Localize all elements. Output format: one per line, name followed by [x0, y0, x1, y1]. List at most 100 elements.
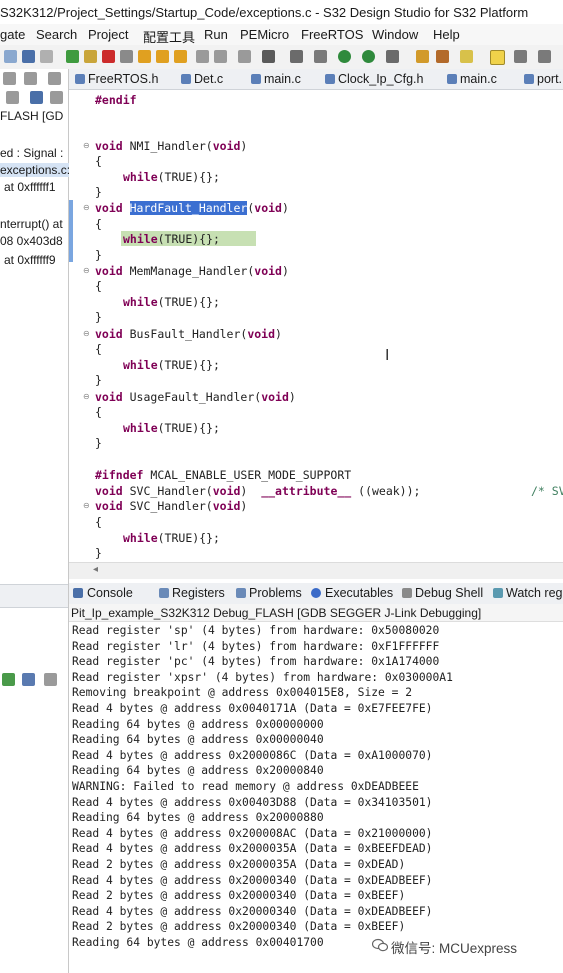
- stack-frame-address-3[interactable]: at 0xffffff9: [4, 253, 56, 267]
- executables-icon: [311, 588, 321, 598]
- instruction-step-icon[interactable]: [196, 50, 209, 63]
- tab-console[interactable]: Console: [87, 586, 133, 600]
- fold-icon[interactable]: ⊖: [83, 266, 90, 275]
- menu-bar: gate Search Project 配置工具 Run PEMicro Fre…: [0, 24, 563, 45]
- watermark-text: 微信号: MCUexpress: [391, 941, 518, 956]
- console-output[interactable]: Read register 'sp' (4 bytes) from hardwa…: [69, 622, 563, 973]
- step-into-icon[interactable]: [138, 50, 151, 63]
- tab-clock-ip-cfg-h[interactable]: Clock_Ip_Cfg.h: [338, 72, 423, 86]
- collapse-icon[interactable]: [3, 72, 16, 85]
- tab-executables[interactable]: Executables: [325, 586, 393, 600]
- code-while: while(TRUE){};: [123, 531, 220, 545]
- open-type-icon[interactable]: [416, 50, 429, 63]
- menu-project[interactable]: Project: [88, 27, 128, 42]
- code-svc-handler: void SVC_Handler(void): [95, 499, 248, 513]
- console-icon: [73, 588, 83, 598]
- step-filter-icon[interactable]: [6, 91, 19, 104]
- back-icon[interactable]: [4, 50, 17, 63]
- menu-window[interactable]: Window: [372, 27, 418, 42]
- pin-icon[interactable]: [460, 50, 473, 63]
- menu-run[interactable]: Run: [204, 27, 228, 42]
- stack-frame-address-2[interactable]: 08 0x403d8: [0, 234, 63, 248]
- fold-icon[interactable]: ⊖: [83, 203, 90, 212]
- console-line: Read 4 bytes @ address 0x20000340 (Data …: [72, 905, 433, 918]
- horizontal-scrollbar[interactable]: ◂: [69, 562, 563, 579]
- code-brace: }: [95, 546, 102, 560]
- terminate-icon[interactable]: [102, 50, 115, 63]
- code-memmanage-handler: void MemManage_Handler(void): [95, 264, 289, 278]
- reset-icon[interactable]: [238, 50, 251, 63]
- settings-icon[interactable]: [290, 50, 303, 63]
- step-return-icon[interactable]: [174, 50, 187, 63]
- annotation-icon[interactable]: [514, 50, 527, 63]
- code-brace: }: [95, 310, 102, 324]
- debug-marker-bar: [69, 200, 73, 262]
- thread-signal-label[interactable]: ed : Signal :: [0, 146, 63, 160]
- window-title: S32K312/Project_Settings/Startup_Code/ex…: [0, 5, 529, 20]
- panel-menu-icon[interactable]: [50, 91, 63, 104]
- next-annotation-icon[interactable]: [538, 50, 551, 63]
- refresh-icon[interactable]: [22, 673, 35, 686]
- fold-icon[interactable]: ⊖: [83, 392, 90, 401]
- code-hardfault-handler: void HardFault_Handler(void): [95, 201, 289, 215]
- code-editor[interactable]: #endif ⊖ void NMI_Handler(void) { while(…: [69, 90, 563, 580]
- console-line: Read 2 bytes @ address 0x20000340 (Data …: [72, 920, 406, 933]
- resume-icon[interactable]: [66, 50, 79, 63]
- remove-icon[interactable]: [44, 673, 57, 686]
- menu-navigate[interactable]: gate: [0, 27, 25, 42]
- debug-icon[interactable]: [338, 50, 351, 63]
- restart-icon[interactable]: [214, 50, 227, 63]
- c-file-icon: [524, 74, 534, 84]
- menu-search[interactable]: Search: [36, 27, 77, 42]
- menu-freertos[interactable]: FreeRTOS: [301, 27, 363, 42]
- save-icon[interactable]: [22, 50, 35, 63]
- debug-target-label[interactable]: FLASH [GD: [0, 109, 63, 123]
- tab-det-c[interactable]: Det.c: [194, 72, 223, 86]
- console-line: Reading 64 bytes @ address 0x20000840: [72, 764, 324, 777]
- tab-registers[interactable]: Registers: [172, 586, 225, 600]
- console-line: Read 2 bytes @ address 0x20000340 (Data …: [72, 889, 406, 902]
- link-icon[interactable]: [30, 91, 43, 104]
- code-while: while(TRUE){};: [123, 295, 220, 309]
- code-brace: {: [95, 405, 102, 419]
- registers-icon: [159, 588, 169, 598]
- fold-icon[interactable]: ⊖: [83, 501, 90, 510]
- console-line: Reading 64 bytes @ address 0x00000040: [72, 733, 324, 746]
- tab-debug-shell[interactable]: Debug Shell: [415, 586, 483, 600]
- disconnect-icon[interactable]: [120, 50, 133, 63]
- fold-icon[interactable]: ⊖: [83, 329, 90, 338]
- tab-port-c[interactable]: port.: [537, 72, 562, 86]
- selected-function-name[interactable]: HardFault_Handler: [129, 201, 248, 215]
- fold-icon[interactable]: ⊖: [83, 141, 90, 150]
- step-over-icon[interactable]: [156, 50, 169, 63]
- tab-main-c[interactable]: main.c: [264, 72, 301, 86]
- highlight-icon[interactable]: [490, 50, 505, 65]
- tab-freertos-h[interactable]: FreeRTOS.h: [88, 72, 158, 86]
- c-file-icon: [75, 74, 85, 84]
- stack-frame-interrupt[interactable]: nterrupt() at: [0, 217, 63, 231]
- open-task-icon[interactable]: [436, 50, 449, 63]
- console-line: Read register 'sp' (4 bytes) from hardwa…: [72, 624, 440, 637]
- console-line: Read 4 bytes @ address 0x2000086C (Data …: [72, 749, 433, 762]
- menu-help[interactable]: Help: [433, 27, 460, 42]
- menu-config-tools[interactable]: 配置工具: [143, 27, 195, 46]
- add-icon[interactable]: [2, 673, 15, 686]
- menu-pemicro[interactable]: PEMicro: [240, 27, 289, 42]
- view-menu-icon[interactable]: [24, 72, 37, 85]
- stack-frame-exceptions[interactable]: exceptions.c:: [0, 163, 71, 177]
- scroll-left-icon[interactable]: ◂: [93, 564, 98, 575]
- tab-main-c-2[interactable]: main.c: [460, 72, 497, 86]
- code-while: while(TRUE){};: [123, 421, 220, 435]
- tab-watch-registers[interactable]: Watch reg: [506, 586, 563, 600]
- tab-problems[interactable]: Problems: [249, 586, 302, 600]
- stack-frame-address-1[interactable]: at 0xffffff1: [4, 180, 56, 194]
- search-icon[interactable]: [386, 50, 399, 63]
- run-icon[interactable]: [362, 50, 375, 63]
- minimize-icon[interactable]: [48, 72, 61, 85]
- external-tools-icon[interactable]: [314, 50, 327, 63]
- console-session-label: Pit_Ip_example_S32K312 Debug_FLASH [GDB …: [71, 606, 482, 620]
- build-icon[interactable]: [40, 50, 53, 63]
- suspend-icon[interactable]: [84, 50, 97, 63]
- memory-icon[interactable]: [262, 50, 275, 63]
- code-busfault-handler: void BusFault_Handler(void): [95, 327, 282, 341]
